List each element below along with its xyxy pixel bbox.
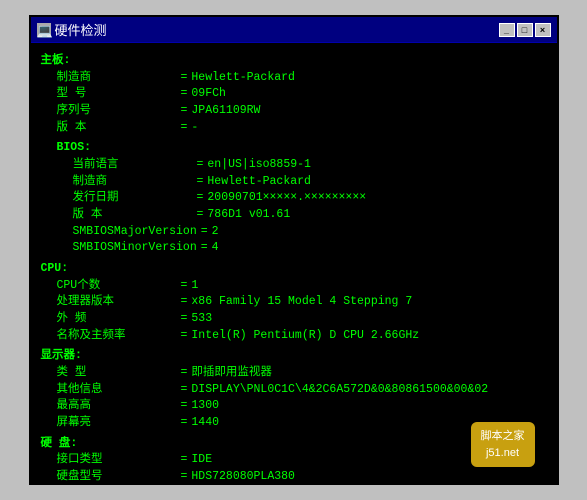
minimize-button[interactable]: _	[499, 23, 515, 37]
display-fields: 类 型 = 即插即用监视器 其他信息 = DISPLAY\PNL0C1C\4&2…	[41, 365, 547, 432]
bios-version: 版 本 = 786D1 v01.61	[73, 207, 547, 224]
mainboard-version: 版 本 = -	[57, 120, 547, 137]
mainboard-manufacturer: 制造商 = Hewlett-Packard	[57, 70, 547, 87]
close-button[interactable]: ×	[535, 23, 551, 37]
maximize-button[interactable]: □	[517, 23, 533, 37]
watermark-line2: j51.net	[481, 445, 525, 462]
hardware-info-content: 主板: 制造商 = Hewlett-Packard 型 号 = 09FCh 序列…	[31, 43, 557, 483]
cpu-name: 名称及主频率 = Intel(R) Pentium(R) D CPU 2.66G…	[57, 328, 547, 345]
window-title: 硬件检测	[55, 20, 107, 39]
cpu-fsb: 外 频 = 533	[57, 311, 547, 328]
bios-major: SMBIOSMajorVersion = 2	[73, 224, 547, 241]
display-maxheight: 最高高 = 1300	[57, 398, 547, 415]
cpu-version: 处理器版本 = x86 Family 15 Model 4 Stepping 7	[57, 294, 547, 311]
bios-manufacturer: 制造商 = Hewlett-Packard	[73, 174, 547, 191]
window-icon: 💻	[37, 23, 51, 37]
bios-fields: 当前语言 = en|US|iso8859-1 制造商 = Hewlett-Pac…	[57, 157, 547, 257]
hdd-model: 硬盘型号 = HDS728080PLA380	[57, 469, 547, 483]
cpu-section: CPU:	[41, 261, 547, 278]
display-type: 类 型 = 即插即用监视器	[57, 365, 547, 382]
title-bar-left: 💻 硬件检测	[37, 20, 107, 39]
bios-date: 发行日期 = 20090701×××××.×××××××××	[73, 190, 547, 207]
mainboard-serial: 序列号 = JPA61109RW	[57, 103, 547, 120]
bios-lang: 当前语言 = en|US|iso8859-1	[73, 157, 547, 174]
display-section: 显示器:	[41, 348, 547, 365]
mainboard-fields: 制造商 = Hewlett-Packard 型 号 = 09FCh 序列号 = …	[41, 70, 547, 137]
hardware-detection-window: 💻 硬件检测 _ □ × 主板: 制造商 = Hewlett-Packard 型…	[29, 15, 559, 485]
bios-section: BIOS: 当前语言 = en|US|iso8859-1 制造商 = Hewle…	[41, 140, 547, 257]
cpu-count: CPU个数 = 1	[57, 278, 547, 295]
mainboard-model: 型 号 = 09FCh	[57, 86, 547, 103]
cpu-fields: CPU个数 = 1 处理器版本 = x86 Family 15 Model 4 …	[41, 278, 547, 345]
watermark: 脚本之家 j51.net	[471, 422, 535, 467]
mainboard-section: 主板:	[41, 53, 547, 70]
watermark-line1: 脚本之家	[481, 428, 525, 445]
bios-minor: SMBIOSMinorVersion = 4	[73, 240, 547, 257]
title-bar: 💻 硬件检测 _ □ ×	[31, 17, 557, 43]
title-buttons: _ □ ×	[499, 23, 551, 37]
display-other: 其他信息 = DISPLAY\PNL0C1C\4&2C6A572D&0&8086…	[57, 382, 547, 399]
